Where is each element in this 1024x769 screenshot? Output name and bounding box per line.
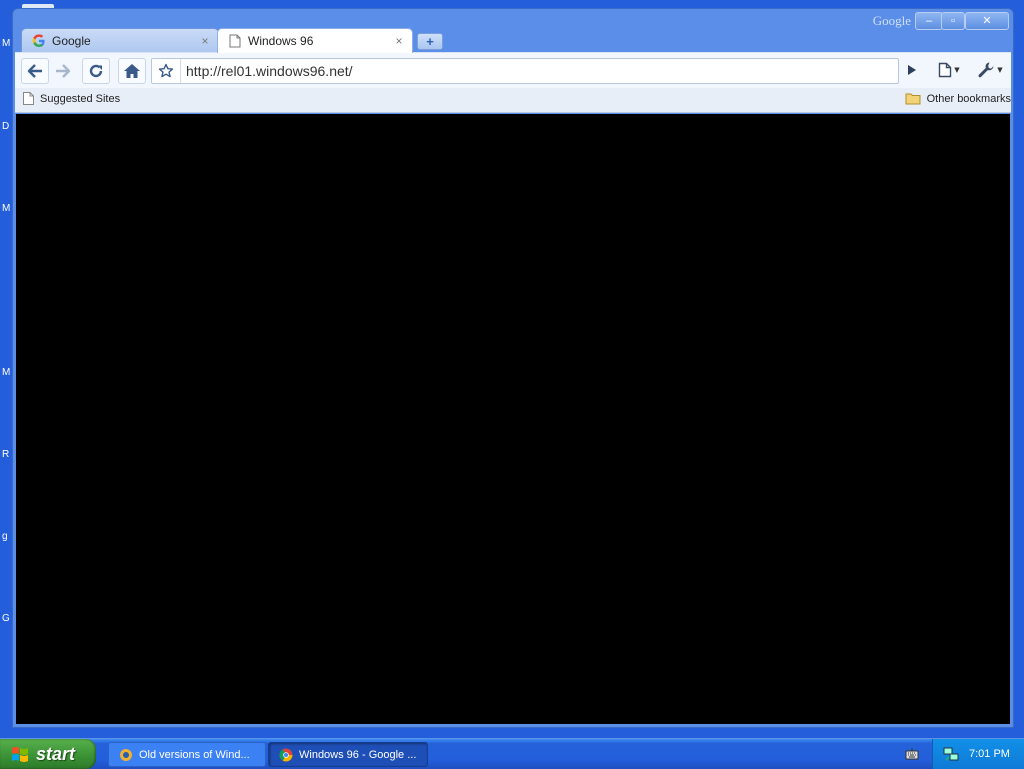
folder-icon <box>905 93 921 105</box>
browser-app-icon <box>120 748 132 761</box>
forward-button[interactable] <box>49 58 77 84</box>
system-tray: 7:01 PM <box>932 739 1024 769</box>
new-tab-button[interactable]: + <box>417 33 443 50</box>
navigation-toolbar: http://rel01.windows96.net/ ▼ ▼ <box>15 52 1011 89</box>
reload-icon <box>89 64 103 78</box>
bookmark-suggested-sites[interactable]: Suggested Sites <box>23 92 120 105</box>
tab-label: Windows 96 <box>248 34 314 48</box>
keyboard-icon[interactable] <box>904 747 920 761</box>
close-window-button[interactable]: ✕ <box>965 12 1009 30</box>
url-text[interactable]: http://rel01.windows96.net/ <box>186 63 353 79</box>
chevron-down-icon: ▼ <box>954 66 960 74</box>
desktop-icon-label[interactable]: M <box>2 38 12 49</box>
wrench-menu-button[interactable]: ▼ <box>973 58 1007 82</box>
taskbar: start Old versions of Wind... Windows 96… <box>0 738 1024 769</box>
go-button[interactable] <box>901 58 923 82</box>
forward-arrow-icon <box>56 64 71 78</box>
back-arrow-icon <box>27 64 42 78</box>
start-button[interactable]: start <box>0 739 96 769</box>
desktop-icon-label[interactable]: R <box>2 449 12 460</box>
desktop-icon-label[interactable]: g <box>2 531 12 542</box>
home-icon <box>124 64 140 78</box>
taskbar-item-windows-96[interactable]: Windows 96 - Google ... <box>268 742 428 767</box>
start-label: start <box>36 743 76 764</box>
chrome-icon <box>279 748 293 761</box>
tab-google[interactable]: Google × <box>21 28 219 53</box>
windows-flag-icon <box>12 747 28 762</box>
reload-button[interactable] <box>82 58 110 84</box>
desktop-icon-label[interactable]: M <box>2 203 12 214</box>
taskbar-item-label: Windows 96 - Google ... <box>299 748 417 761</box>
maximize-icon: ▫ <box>951 14 955 27</box>
close-icon: ✕ <box>982 14 992 27</box>
wrench-icon <box>978 62 994 78</box>
tab-label: Google <box>52 34 91 48</box>
tab-close-icon[interactable]: × <box>198 34 212 48</box>
window-brand-label: Google <box>872 13 911 28</box>
bookmark-star-button[interactable] <box>152 59 181 83</box>
desktop-icon-label[interactable]: D <box>2 121 12 132</box>
other-bookmarks-button[interactable]: Other bookmarks <box>905 92 1011 105</box>
page-content-area[interactable] <box>16 114 1010 724</box>
google-g-icon <box>32 34 46 48</box>
tab-close-icon[interactable]: × <box>392 34 406 48</box>
page-menu-icon <box>939 62 952 78</box>
plus-icon: + <box>426 34 434 49</box>
page-menu-button[interactable]: ▼ <box>933 58 965 82</box>
page-icon <box>228 34 242 48</box>
address-bar[interactable]: http://rel01.windows96.net/ <box>151 58 899 84</box>
clock[interactable]: 7:01 PM <box>969 748 1010 760</box>
minimize-icon: – <box>925 14 933 27</box>
bookmarks-bar: Suggested Sites Other bookmarks <box>15 88 1011 113</box>
chevron-down-icon: ▼ <box>997 66 1003 74</box>
desktop-icon-label[interactable]: M <box>2 367 12 378</box>
desktop-icon-label[interactable]: G <box>2 613 12 624</box>
browser-window: Google – ▫ ✕ Google × Windows 96 × + htt… <box>12 8 1014 728</box>
taskbar-item-old-versions[interactable]: Old versions of Wind... <box>108 742 266 767</box>
play-icon <box>908 65 916 75</box>
home-button[interactable] <box>118 58 146 84</box>
taskbar-item-label: Old versions of Wind... <box>139 748 250 761</box>
network-icon[interactable] <box>943 746 959 762</box>
star-icon <box>158 63 174 78</box>
bookmark-label: Suggested Sites <box>40 92 121 105</box>
minimize-button[interactable]: – <box>915 12 943 30</box>
page-icon <box>23 92 34 105</box>
back-button[interactable] <box>21 58 49 84</box>
maximize-button[interactable]: ▫ <box>941 12 965 30</box>
bookmark-label: Other bookmarks <box>926 92 1011 105</box>
tab-windows-96[interactable]: Windows 96 × <box>217 28 413 53</box>
